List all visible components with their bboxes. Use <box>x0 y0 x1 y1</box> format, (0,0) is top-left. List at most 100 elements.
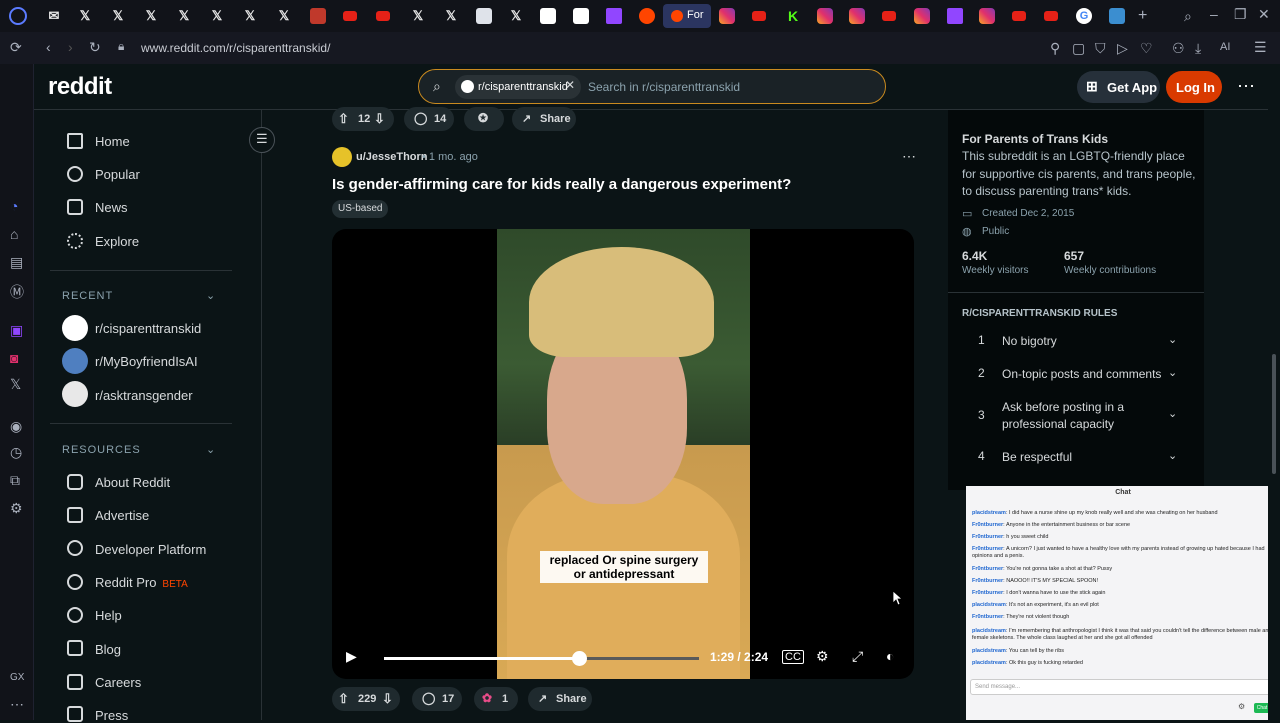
resource-item[interactable]: Advertise <box>95 508 149 523</box>
comments-button[interactable]: ◯ 14 <box>404 107 454 131</box>
log-in-button[interactable]: Log In <box>1166 71 1222 103</box>
progress-bar[interactable] <box>384 651 699 666</box>
downvote-icon[interactable]: ⇩ <box>382 691 393 707</box>
youtube-icon[interactable] <box>1012 11 1026 21</box>
fullscreen-icon[interactable]: ⤢ <box>852 648 863 665</box>
video-player[interactable]: replaced Or spine surgery or antidepress… <box>332 229 914 679</box>
chat-user[interactable]: Fr0ntburner <box>972 522 1003 528</box>
extensions-icon[interactable]: ⧉ <box>10 472 20 489</box>
post-award-button[interactable]: ✿ 1 <box>474 687 518 711</box>
heart-icon[interactable]: ♡ <box>1140 40 1153 57</box>
rule-item[interactable]: 3 Ask before posting in a professional c… <box>962 399 1190 433</box>
pin-icon[interactable]: ⚲ <box>1050 40 1060 57</box>
rule-item[interactable]: 1 No bigotry ⌄ <box>962 333 1190 353</box>
nav-item-home[interactable]: Home <box>95 134 130 149</box>
youtube-icon[interactable] <box>376 11 390 21</box>
post-overflow-icon[interactable]: ⋯ <box>902 148 916 165</box>
shield-icon[interactable]: ⛉ <box>1095 40 1106 57</box>
search-tabs-icon[interactable]: ⌕ <box>1184 8 1192 25</box>
site-icon[interactable] <box>1109 8 1125 24</box>
gx-icon[interactable]: GX <box>10 672 24 683</box>
new-tab-icon[interactable]: + <box>1138 7 1147 25</box>
instagram-icon[interactable] <box>817 8 833 24</box>
maximize-icon[interactable]: ❐ <box>1234 6 1247 23</box>
award-button[interactable]: ✪ <box>464 107 504 131</box>
resources-heading[interactable]: RESOURCES <box>62 444 141 456</box>
chat-user[interactable]: placidstream <box>972 648 1006 654</box>
site-icon[interactable] <box>310 8 326 24</box>
chat-user[interactable]: Fr0ntburner <box>972 578 1003 584</box>
download-icon[interactable]: ⤓ <box>1195 40 1201 57</box>
aria-icon[interactable]: ◔ <box>10 198 18 214</box>
instagram-icon[interactable] <box>719 8 735 24</box>
resource-item[interactable]: Blog <box>95 642 121 657</box>
x-icon[interactable]: 𝕏 <box>143 8 159 24</box>
x-icon[interactable]: 𝕏 <box>176 8 192 24</box>
resource-item[interactable]: About Reddit <box>95 475 170 490</box>
news-site-icon[interactable] <box>476 8 492 24</box>
reload-icon[interactable]: ↻ <box>89 39 101 56</box>
share-button[interactable]: ↗ Share <box>512 107 576 131</box>
user-avatar[interactable] <box>332 147 352 167</box>
post-share-button[interactable]: ↗ Share <box>528 687 592 711</box>
chat-user[interactable]: placidstream <box>972 628 1006 634</box>
post-flair[interactable]: US-based <box>332 200 389 218</box>
resource-item-reddit-pro[interactable]: Reddit Pro BETA <box>95 575 188 590</box>
twitch-icon[interactable]: ▣ <box>10 322 23 339</box>
volume-icon[interactable]: ◐ <box>886 648 894 664</box>
minimize-icon[interactable]: – <box>1210 6 1218 22</box>
ai-button[interactable]: AI <box>1220 41 1230 53</box>
get-app-button[interactable]: ⊞ Get App <box>1077 71 1160 103</box>
active-tab[interactable]: For <box>663 4 711 28</box>
opera-logo-icon[interactable] <box>9 7 27 25</box>
notes-icon[interactable]: ▤ <box>10 254 23 271</box>
chat-input[interactable]: Send message... <box>970 679 1276 695</box>
forward-icon[interactable]: › <box>68 39 73 55</box>
more-icon[interactable]: ⋯ <box>10 696 24 713</box>
resource-item[interactable]: Careers <box>95 675 141 690</box>
captions-icon[interactable]: CC <box>782 650 804 664</box>
x-icon[interactable]: 𝕏 <box>77 8 93 24</box>
upvote-icon[interactable]: ⇧ <box>338 111 349 127</box>
x-icon[interactable]: 𝕏 <box>276 8 292 24</box>
overflow-menu-icon[interactable]: ⋯ <box>1237 76 1255 97</box>
instagram-icon[interactable] <box>979 8 995 24</box>
downvote-icon[interactable]: ⇩ <box>374 111 385 127</box>
chevron-down-icon[interactable]: ⌄ <box>206 289 215 302</box>
search-placeholder[interactable]: Search in r/cisparenttranskid <box>588 80 740 94</box>
resource-item[interactable]: Developer Platform <box>95 542 206 557</box>
x-icon[interactable]: 𝕏 <box>242 8 258 24</box>
chat-user[interactable]: Fr0ntburner <box>972 590 1003 596</box>
resource-item[interactable]: Help <box>95 608 122 623</box>
twitch-icon[interactable] <box>606 8 622 24</box>
url-text[interactable]: www.reddit.com/r/cisparenttranskid/ <box>141 41 330 55</box>
x-icon[interactable]: 𝕏 <box>209 8 225 24</box>
youtube-icon[interactable] <box>343 11 357 21</box>
kick-icon[interactable]: K <box>785 8 801 24</box>
nav-item-news[interactable]: News <box>95 200 128 215</box>
player-icon[interactable]: ◉ <box>10 418 22 435</box>
back-icon[interactable]: ‹ <box>46 39 51 55</box>
account-icon[interactable]: ⚇ <box>1172 40 1185 57</box>
chrome-icon[interactable]: G <box>1076 8 1092 24</box>
youtube-icon[interactable] <box>752 11 766 21</box>
youtube-icon[interactable] <box>1044 11 1058 21</box>
page-scrollbar[interactable] <box>1268 64 1280 720</box>
chat-user[interactable]: Fr0ntburner <box>972 546 1003 552</box>
nav-item-explore[interactable]: Explore <box>95 234 139 249</box>
play-icon[interactable]: ▶ <box>346 648 357 665</box>
post-comments-button[interactable]: ◯ 17 <box>412 687 462 711</box>
recent-item[interactable]: r/asktransgender <box>95 388 193 403</box>
chat-user[interactable]: placidstream <box>972 602 1006 608</box>
site-icon[interactable] <box>540 8 556 24</box>
recent-heading[interactable]: RECENT <box>62 290 113 302</box>
resource-item[interactable]: Press <box>95 708 128 723</box>
mail-icon[interactable]: ✉ <box>46 8 62 24</box>
collapse-nav-button[interactable]: ☰ <box>249 127 275 153</box>
x-icon[interactable]: 𝕏 <box>443 8 459 24</box>
history-icon[interactable]: ◷ <box>10 444 22 461</box>
x-icon[interactable]: 𝕏 <box>10 376 21 393</box>
twitch-icon[interactable] <box>947 8 963 24</box>
chevron-down-icon[interactable]: ⌄ <box>206 443 215 456</box>
x-icon[interactable]: 𝕏 <box>110 8 126 24</box>
